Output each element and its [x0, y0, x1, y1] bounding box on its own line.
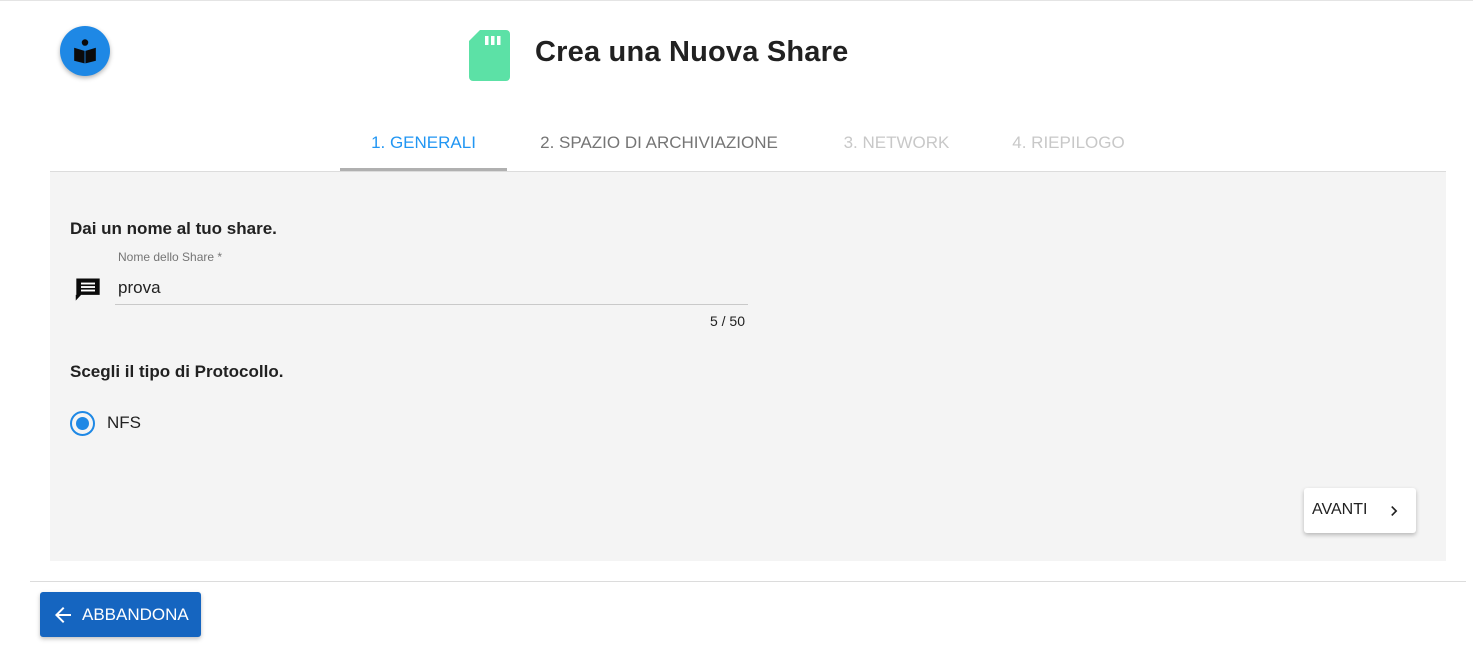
footer-divider — [30, 581, 1466, 582]
nfs-radio-label[interactable]: NFS — [107, 413, 141, 433]
top-divider — [0, 0, 1473, 1]
tab-network: 3. NETWORK — [843, 133, 950, 152]
sd-card-icon — [469, 30, 510, 81]
book-reader-icon — [74, 39, 96, 64]
page-title: Crea una Nuova Share — [535, 36, 849, 68]
message-icon — [75, 278, 100, 301]
share-name-input[interactable] — [115, 271, 748, 305]
help-button[interactable] — [60, 26, 110, 76]
tab-spazio-di-archiviazione[interactable]: 2. SPAZIO DI ARCHIVIAZIONE — [519, 115, 799, 171]
tab-riepilogo: 4. RIEPILOGO — [1012, 133, 1125, 152]
next-button-label: AVANTI — [1312, 501, 1368, 518]
chevron-right-icon — [1391, 506, 1398, 516]
arrow-left-icon — [55, 607, 71, 623]
character-counter: 5 / 50 — [709, 313, 745, 329]
name-section-heading: Dai un nome al tuo share. — [70, 219, 277, 238]
protocol-section-heading: Scegli il tipo di Protocollo. — [70, 362, 284, 381]
abandon-button[interactable]: ABBANDONA — [40, 592, 201, 637]
stepper-tabs: 1. GENERALI 2. SPAZIO DI ARCHIVIAZIONE 3… — [0, 115, 1473, 172]
next-button[interactable]: AVANTI — [1304, 488, 1416, 533]
step-content-panel: Dai un nome al tuo share. Nome dello Sha… — [50, 172, 1446, 561]
nfs-radio[interactable] — [70, 411, 95, 436]
tab-generali[interactable]: 1. GENERALI — [340, 115, 507, 171]
abandon-button-label: ABBANDONA — [82, 605, 189, 624]
radio-selected-dot — [76, 417, 89, 430]
share-name-label: Nome dello Share * — [118, 250, 223, 264]
